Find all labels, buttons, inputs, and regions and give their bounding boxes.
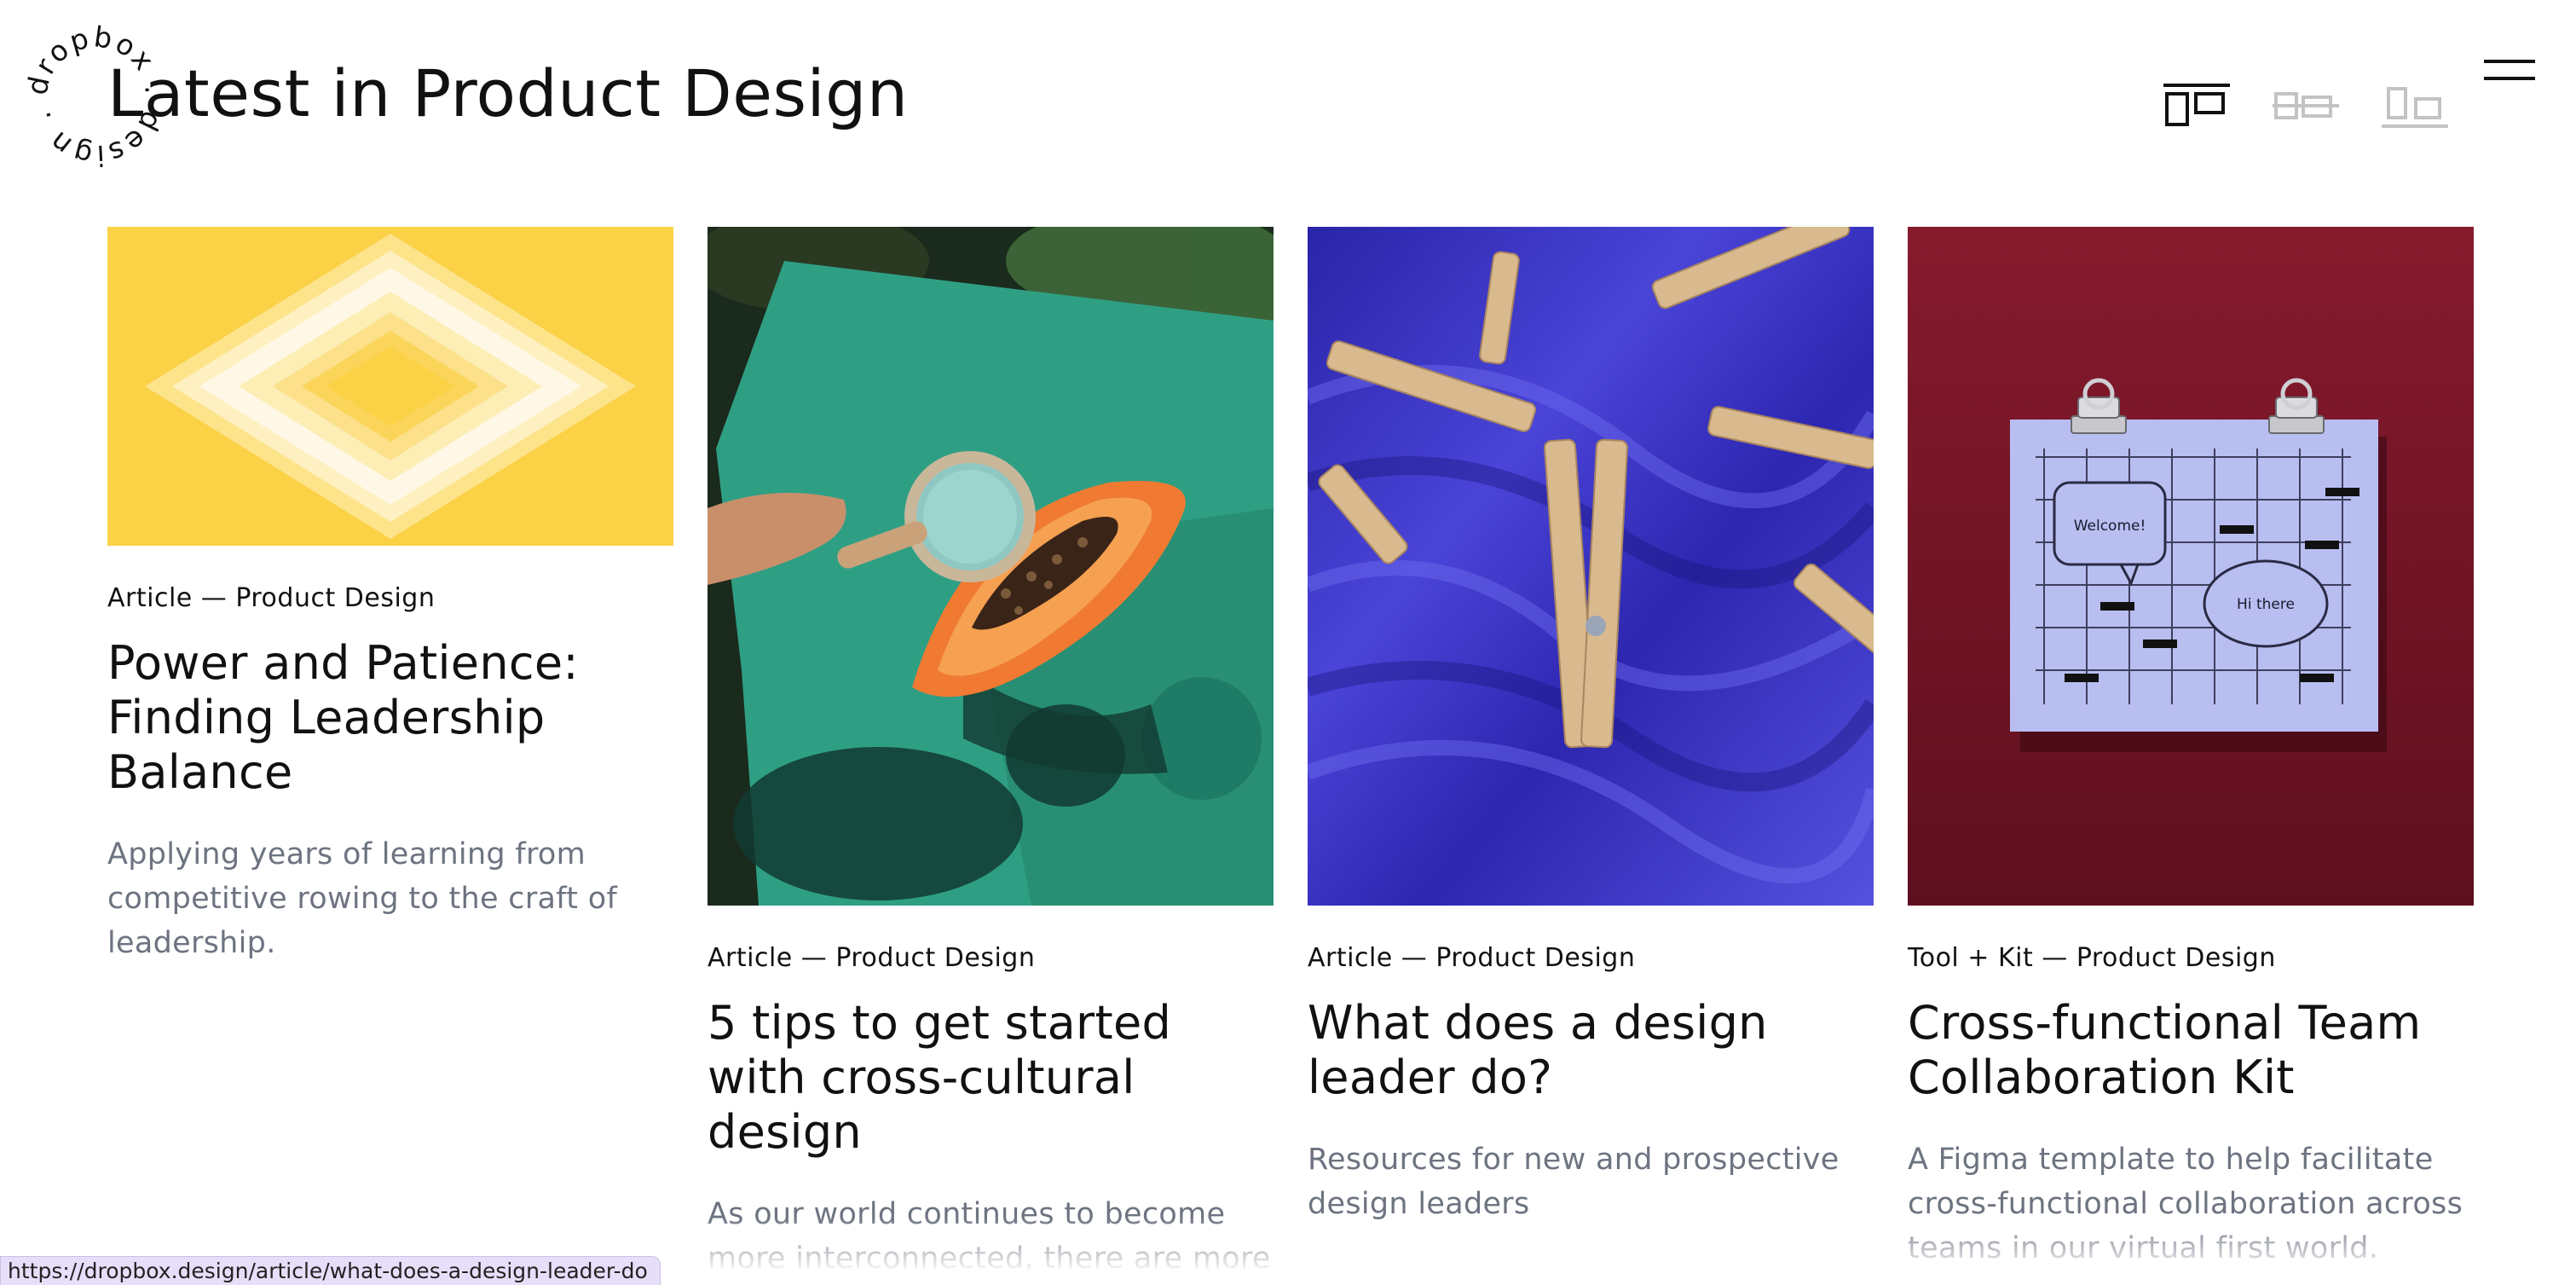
view-toggle-group <box>2162 82 2450 130</box>
tool-kit-card[interactable]: Welcome! Hi there Tool + Kit — Product D… <box>1908 227 2474 1271</box>
card-category: Article — Product Design <box>1308 943 1636 973</box>
card-title[interactable]: Cross-functional Team Collaboration Kit <box>1908 996 2474 1105</box>
card-description: A Figma template to help facilitate cros… <box>1908 1143 2463 1265</box>
menu-button[interactable] <box>2484 60 2535 85</box>
svg-text:Hi there: Hi there <box>2237 596 2295 613</box>
card-category: Tool + Kit — Product Design <box>1908 943 2276 973</box>
card-title[interactable]: 5 tips to get started with cross-cultura… <box>708 996 1274 1160</box>
card-image-yellow-diamond <box>107 227 673 546</box>
article-card[interactable]: Article — Product Design 5 tips to get s… <box>708 227 1274 1285</box>
card-category: Article — Product Design <box>708 943 1036 973</box>
card-description: Resources for new and prospective design… <box>1308 1143 1840 1221</box>
article-card[interactable]: Article — Product Design Power and Patie… <box>107 227 673 965</box>
card-title[interactable]: Power and Patience: Finding Leadership B… <box>107 636 673 800</box>
article-card[interactable]: Article — Product Design What does a des… <box>1308 227 1874 1226</box>
menu-line-icon <box>2484 77 2535 80</box>
card-image-collaboration-board: Welcome! Hi there <box>1908 227 2474 906</box>
status-bar-link-preview: https://dropbox.design/article/what-does… <box>0 1256 661 1285</box>
card-category: Article — Product Design <box>107 583 436 613</box>
svg-text:Welcome!: Welcome! <box>2074 518 2146 535</box>
grid-list-view-icon[interactable] <box>2271 82 2341 130</box>
menu-line-icon <box>2484 60 2535 63</box>
page-title: Latest in Product Design <box>107 55 909 131</box>
card-description: Applying years of learning from competit… <box>107 837 618 960</box>
card-title[interactable]: What does a design leader do? <box>1308 996 1874 1105</box>
card-image-clothespins-satin <box>1308 227 1874 906</box>
grid-large-view-icon[interactable] <box>2162 82 2232 130</box>
card-image-magnifier-papaya <box>708 227 1274 906</box>
grid-compact-view-icon[interactable] <box>2380 82 2450 130</box>
card-description: As our world continues to become more in… <box>708 1197 1271 1276</box>
